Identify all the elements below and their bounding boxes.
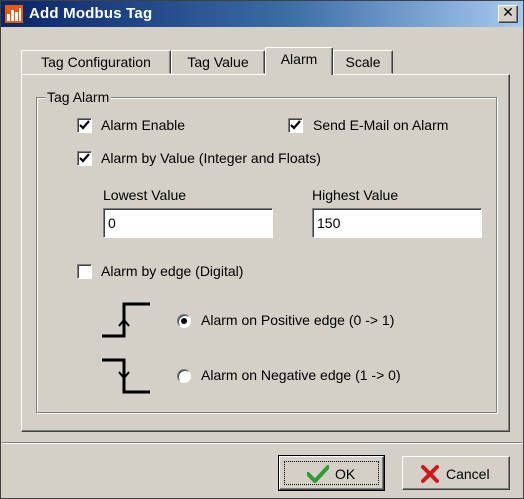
- focus-rect: [284, 461, 379, 485]
- highest-value-text: 150: [317, 215, 341, 231]
- cancel-label: Cancel: [446, 466, 490, 482]
- lowest-value-text: 0: [108, 215, 116, 231]
- alarm-tab-panel: Tag Alarm Alarm Enable Send E-Mail on Al…: [21, 74, 510, 432]
- positive-edge-radio[interactable]: [177, 314, 191, 328]
- alarm-enable-checkbox[interactable]: [77, 118, 92, 133]
- tab-label: Tag Configuration: [41, 54, 151, 70]
- alarm-by-value-checkbox[interactable]: [77, 151, 92, 166]
- tab-label: Alarm: [280, 51, 318, 67]
- alarm-enable-label[interactable]: Alarm Enable: [101, 117, 185, 133]
- ok-label: OK: [335, 466, 356, 482]
- cancel-button[interactable]: Cancel: [402, 456, 510, 490]
- alarm-by-edge-checkbox[interactable]: [77, 264, 92, 279]
- checkmark-icon: [290, 120, 301, 130]
- tag-alarm-group: Tag Alarm Alarm Enable Send E-Mail on Al…: [36, 89, 497, 413]
- close-button[interactable]: ✕: [498, 5, 518, 23]
- tab-label: Scale: [345, 54, 381, 70]
- send-email-label[interactable]: Send E-Mail on Alarm: [313, 117, 448, 133]
- footer-divider: [2, 442, 522, 444]
- alarm-by-edge-label[interactable]: Alarm by edge (Digital): [101, 263, 243, 279]
- tab-alarm[interactable]: Alarm: [265, 47, 333, 75]
- radio-selected-dot: [181, 318, 187, 324]
- positive-edge-icon: [102, 302, 150, 338]
- window-title: Add Modbus Tag: [29, 5, 153, 22]
- close-icon: ✕: [502, 5, 514, 21]
- lowest-value-input[interactable]: 0: [103, 208, 273, 238]
- alarm-by-value-label[interactable]: Alarm by Value (Integer and Floats): [101, 150, 321, 166]
- negative-edge-radio[interactable]: [177, 369, 191, 383]
- checkmark-icon: [307, 465, 329, 483]
- app-icon: [5, 5, 23, 23]
- tab-label: Tag Value: [187, 54, 249, 70]
- tab-tag-configuration[interactable]: Tag Configuration: [21, 50, 171, 74]
- add-modbus-tag-dialog: Add Modbus Tag ✕ Tag Configuration Tag V…: [0, 0, 524, 499]
- title-bar[interactable]: Add Modbus Tag ✕: [1, 1, 523, 27]
- tab-scale[interactable]: Scale: [333, 50, 393, 74]
- positive-edge-label[interactable]: Alarm on Positive edge (0 -> 1): [201, 312, 394, 328]
- tab-tag-value[interactable]: Tag Value: [171, 50, 265, 74]
- send-email-checkbox[interactable]: [288, 118, 303, 133]
- lowest-value-label: Lowest Value: [103, 187, 187, 203]
- highest-value-label: Highest Value: [312, 187, 399, 203]
- negative-edge-icon: [102, 358, 150, 394]
- negative-edge-label[interactable]: Alarm on Negative edge (1 -> 0): [201, 367, 401, 383]
- checkmark-icon: [79, 153, 90, 163]
- ok-button[interactable]: OK: [278, 455, 385, 491]
- group-title: Tag Alarm: [45, 89, 112, 105]
- cross-icon: [421, 465, 439, 483]
- highest-value-input[interactable]: 150: [312, 208, 482, 238]
- checkmark-icon: [79, 120, 90, 130]
